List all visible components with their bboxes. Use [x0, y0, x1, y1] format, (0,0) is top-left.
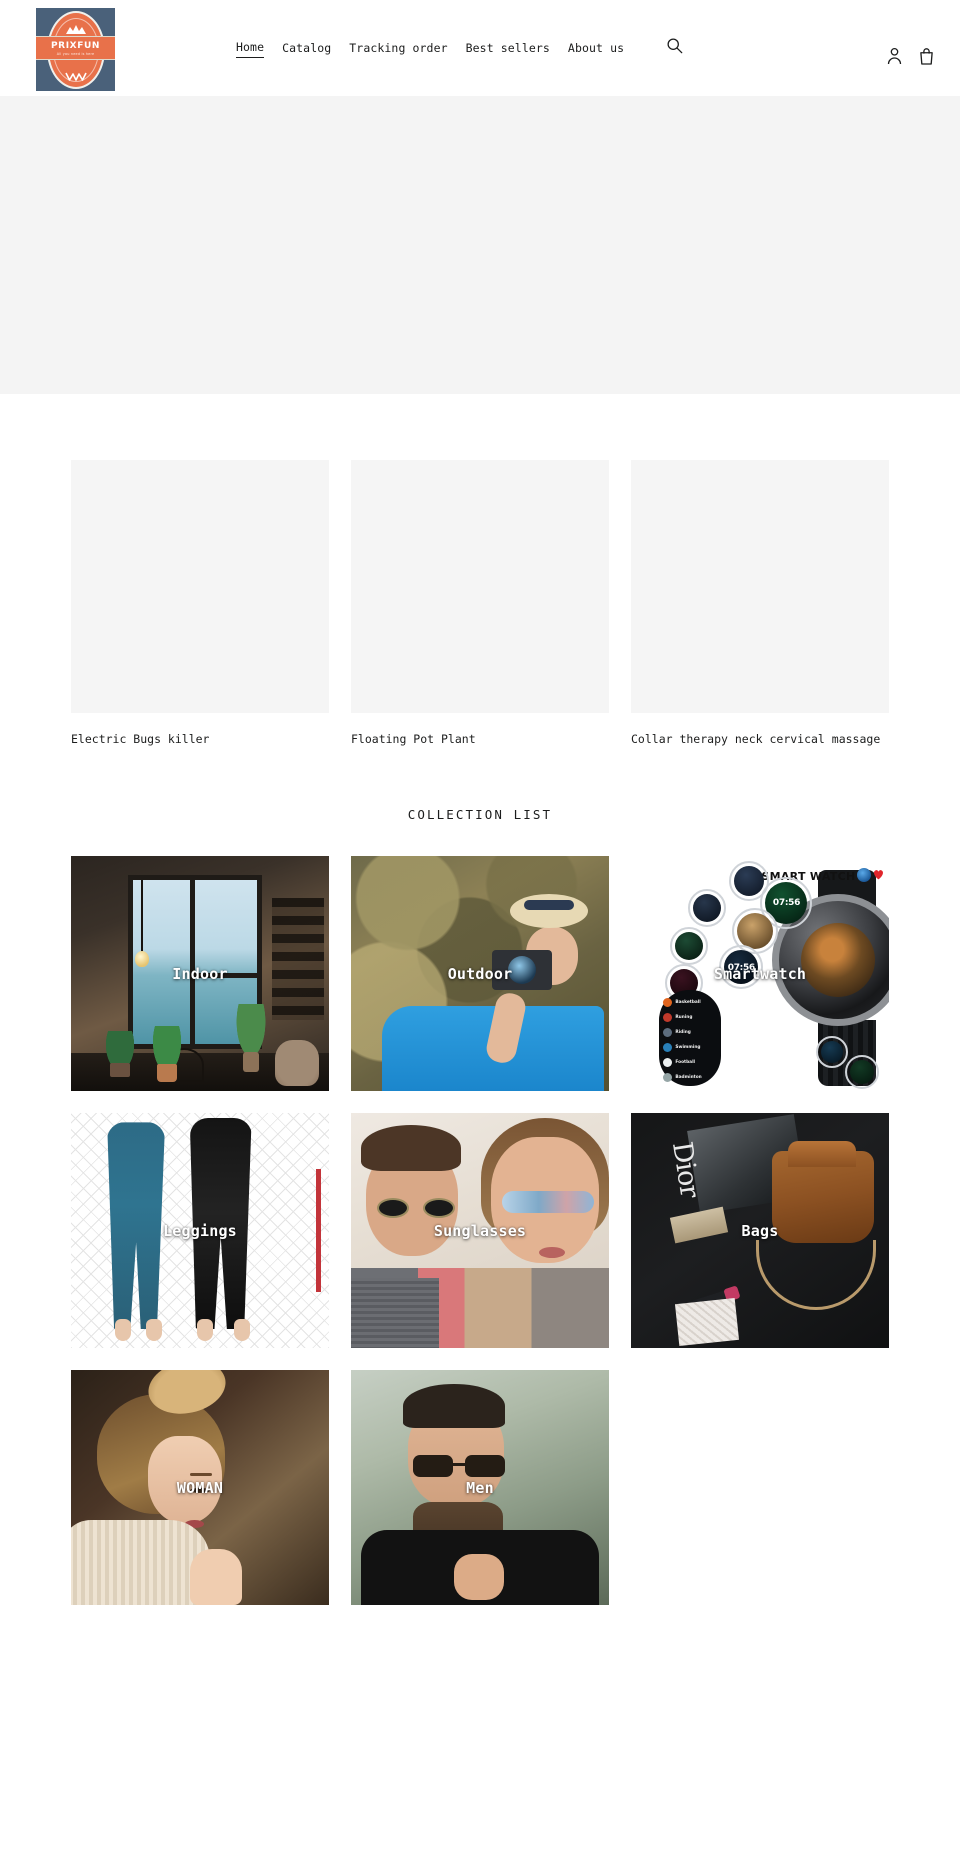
sport-mode: Riding	[675, 1030, 691, 1036]
nav-item-home[interactable]: Home	[236, 38, 265, 58]
magazine-title: Dior	[665, 1139, 706, 1200]
sport-mode: Basketball	[675, 1000, 701, 1006]
bluetooth-icon	[856, 867, 871, 882]
sport-mode: Runing	[675, 1015, 693, 1021]
product-image-placeholder	[71, 460, 329, 713]
nav-item-about-us[interactable]: About us	[568, 39, 624, 57]
collection-card-men[interactable]: Men	[351, 1370, 609, 1605]
nav-item-best-sellers[interactable]: Best sellers	[466, 39, 550, 57]
collection-label: Outdoor	[447, 964, 513, 983]
product-card[interactable]: Collar therapy neck cervical massage	[631, 460, 889, 747]
collection-label: Men	[466, 1478, 494, 1497]
search-button[interactable]	[666, 37, 683, 54]
collection-list-section: COLLECTION LIST Indoor Outdoor SMART WAT…	[0, 747, 960, 1641]
product-image-placeholder	[631, 460, 889, 713]
logo-band: PRIXFUN All you need is here	[36, 36, 115, 60]
product-card[interactable]: Electric Bugs killer	[71, 460, 329, 747]
collection-label: Smartwatch	[713, 964, 807, 983]
collection-card-smartwatch[interactable]: SMART WATCH 07:56 07:56 Basketball Runin…	[631, 856, 889, 1091]
product-image-placeholder	[351, 460, 609, 713]
account-icon	[887, 47, 902, 65]
product-grid: Electric Bugs killer Floating Pot Plant …	[71, 460, 889, 747]
sport-mode: Badminton	[675, 1075, 702, 1081]
collection-card-outdoor[interactable]: Outdoor	[351, 856, 609, 1091]
sport-mode-list: Basketball Runing Riding Swimming Footba…	[659, 990, 722, 1087]
wave-icon	[64, 72, 87, 81]
product-card[interactable]: Floating Pot Plant	[351, 460, 609, 747]
collection-label: Indoor	[172, 964, 228, 983]
sport-mode: Swimming	[675, 1045, 701, 1051]
product-title: Floating Pot Plant	[351, 732, 476, 746]
search-icon	[667, 37, 683, 53]
collection-label: WOMAN	[176, 1478, 224, 1497]
mountain-icon	[65, 25, 86, 34]
nav-item-catalog[interactable]: Catalog	[282, 39, 331, 57]
collection-card-sunglasses[interactable]: Sunglasses	[351, 1113, 609, 1348]
account-button[interactable]	[887, 47, 902, 65]
collection-card-bags[interactable]: Dior Bags	[631, 1113, 889, 1348]
watch-time-large: 07:56	[772, 898, 801, 909]
sport-mode: Football	[675, 1060, 696, 1066]
main-navigation: Home Catalog Tracking order Best sellers…	[236, 37, 683, 58]
cart-button[interactable]	[919, 47, 934, 65]
cart-icon	[920, 48, 933, 65]
heart-icon	[874, 869, 884, 880]
logo-name: PRIXFUN	[50, 41, 100, 51]
logo-badge: PRIXFUN All you need is here	[36, 8, 115, 91]
collection-label: Bags	[741, 1221, 779, 1240]
header-actions	[887, 47, 934, 65]
site-header: PRIXFUN All you need is here Home Catalo…	[0, 0, 960, 96]
collection-card-leggings[interactable]: Leggings	[71, 1113, 329, 1348]
product-title: Collar therapy neck cervical massage	[631, 732, 881, 746]
collection-label: Sunglasses	[433, 1221, 527, 1240]
logo-tagline: All you need is here	[56, 52, 95, 56]
hero-banner[interactable]	[0, 96, 960, 394]
collection-label: Leggings	[163, 1221, 237, 1240]
collection-card-woman[interactable]: WOMAN	[71, 1370, 329, 1605]
collection-card-indoor[interactable]: Indoor	[71, 856, 329, 1091]
collection-grid: Indoor Outdoor SMART WATCH 07:56 07:56 B…	[71, 856, 889, 1605]
section-title: COLLECTION LIST	[407, 807, 553, 822]
bottom-spacer	[71, 1605, 889, 1641]
featured-products-section: Electric Bugs killer Floating Pot Plant …	[0, 394, 960, 747]
product-title: Electric Bugs killer	[71, 732, 210, 746]
nav-item-tracking-order[interactable]: Tracking order	[349, 39, 447, 57]
site-logo[interactable]: PRIXFUN All you need is here	[36, 8, 115, 91]
